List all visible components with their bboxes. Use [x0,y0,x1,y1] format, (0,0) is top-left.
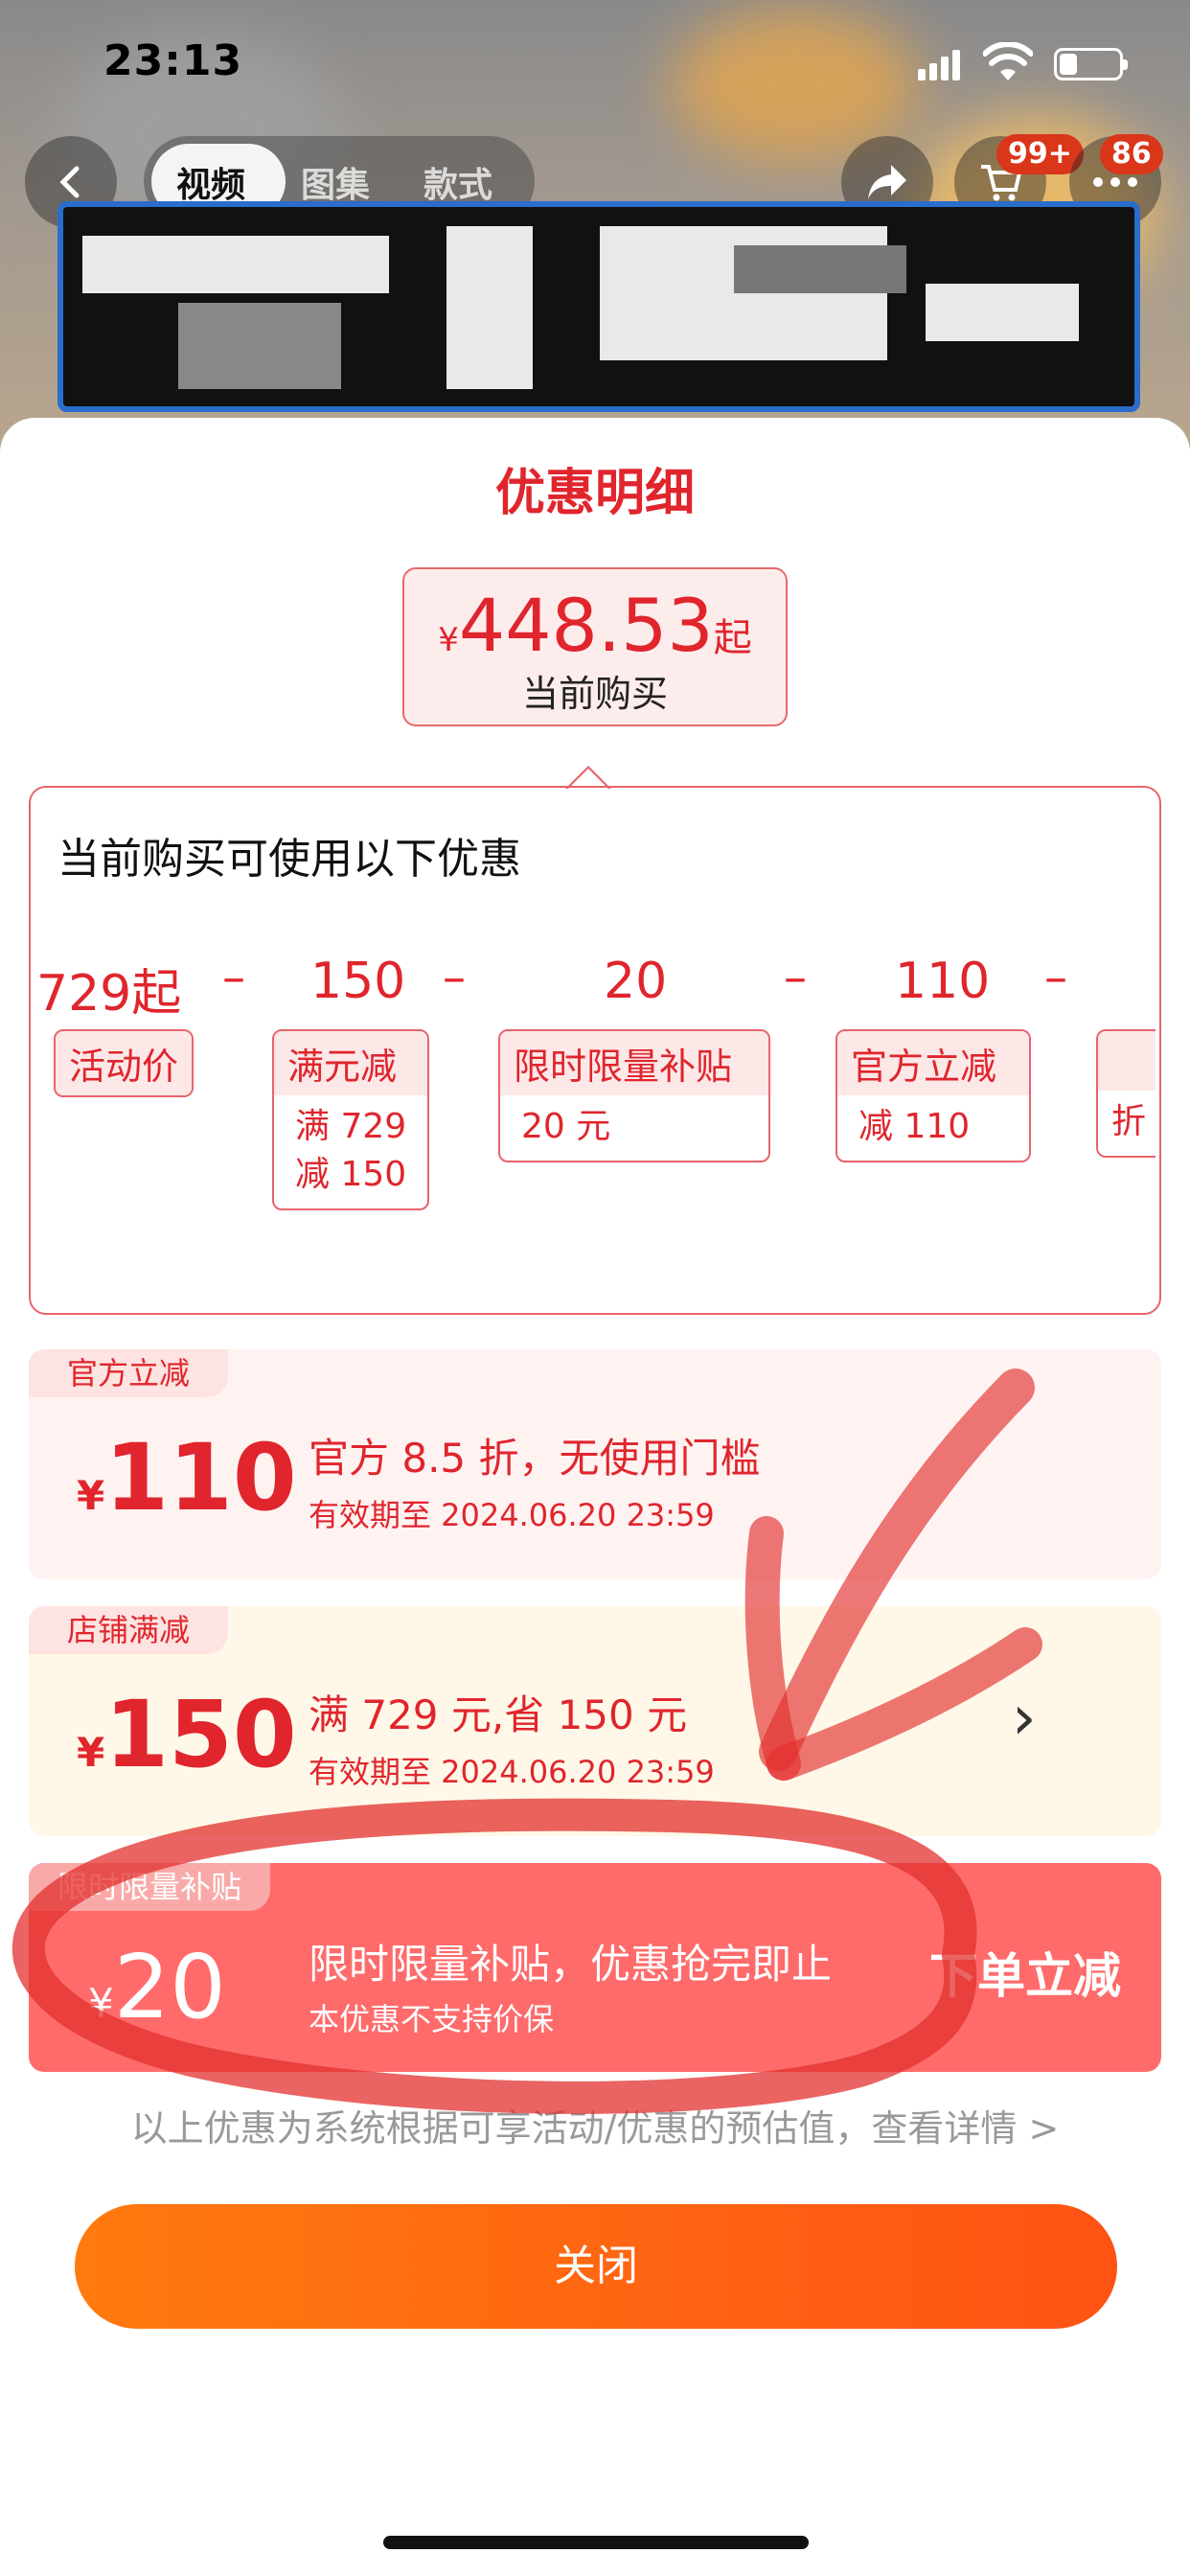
discount-breakdown-panel: 当前购买可使用以下优惠 729起 – 150 – 20 – 110 – 活动价 … [29,786,1161,1315]
discount-detail-sheet: 优惠明细 ¥448.53起 当前购买 当前购买可使用以下优惠 729起 – 15… [0,418,1190,2576]
coupon-value: 20 [113,1936,226,2038]
home-indicator [383,2536,809,2549]
minus-sign: – [222,951,245,1004]
status-bar: 23:13 [0,0,1190,125]
coupon-amount: ¥110 [77,1424,297,1531]
wifi-icon [983,42,1033,80]
more-dots-icon [1093,177,1137,187]
chip-title: 官方立减 [837,1031,1029,1095]
tab-styles[interactable]: 款式 [423,157,492,207]
chip-line: 满 729 [295,1107,407,1146]
close-button[interactable]: 关闭 [75,2204,1117,2329]
coupon-value: 110 [104,1424,297,1531]
breakdown-chip-limited-subsidy: 限时限量补贴 20 元 [498,1029,770,1162]
coupon-title: 限时限量补贴，优惠抢完即止 [309,1941,833,1988]
minus-sign: – [443,951,466,1004]
chip-title: 限时限量补贴 [500,1031,768,1095]
coupon-subtitle: 本优惠不支持价保 [309,2001,555,2037]
redacted-banner [57,201,1140,412]
coupon-amount: ¥150 [77,1681,297,1788]
chip-title: 活动价 [56,1031,193,1095]
coupon-tag: 店铺满减 [29,1606,229,1654]
price-amount: 448.53 [458,583,714,668]
coupon-title: 满 729 元,省 150 元 [309,1691,688,1738]
breakdown-chip-truncated: 折 [1096,1029,1156,1158]
price-suffix: 起 [713,616,752,660]
share-icon [868,165,906,199]
price-currency: ¥ [438,621,459,659]
breakdown-heading: 当前购买可使用以下优惠 [57,835,521,884]
breakdown-chip-official-discount: 官方立减 减 110 [835,1029,1031,1162]
breakdown-value: 20 [604,953,668,1010]
coupon-currency: ¥ [77,1729,105,1776]
coupon-tag: 限时限量补贴 [29,1863,271,1911]
order-discount-button[interactable]: 下单立减 [929,1938,1121,2007]
coupon-title: 官方 8.5 折，无使用门槛 [309,1435,761,1482]
coupon-amount: ¥20 [88,1936,226,2038]
coupon-currency: ¥ [88,1980,114,2027]
coupon-tag: 官方立减 [29,1349,229,1397]
chip-title [1098,1031,1156,1091]
chip-line: 减 110 [858,1107,971,1146]
cellular-signal-icon [918,50,962,80]
chip-line: 减 150 [295,1155,407,1194]
breakdown-chip-activity-price: 活动价 [54,1029,195,1097]
breakdown-chip-full-reduction: 满元减 满 729 减 150 [272,1029,430,1210]
minus-sign: – [784,951,807,1004]
estimate-note-link[interactable]: 以上优惠为系统根据可享活动/优惠的预估值，查看详情 > [0,2099,1190,2151]
message-count-badge: 86 [1100,134,1163,174]
coupon-subtitle: 有效期至 2024.06.20 23:59 [309,1497,715,1533]
tab-video[interactable]: 视频 [176,157,245,207]
coupon-limited-subsidy[interactable]: 限时限量补贴 ¥20 限时限量补贴，优惠抢完即止 本优惠不支持价保 下单立减 [29,1863,1161,2072]
current-price-box: ¥448.53起 当前购买 [402,567,788,726]
chip-line: 折 [1111,1102,1147,1141]
minus-sign: – [1044,951,1067,1004]
coupon-official-discount[interactable]: 官方立减 ¥110 官方 8.5 折，无使用门槛 有效期至 2024.06.20… [29,1349,1161,1579]
breakdown-value: 150 [310,953,406,1010]
tab-gallery[interactable]: 图集 [301,157,370,207]
battery-icon [1054,48,1128,80]
sheet-title: 优惠明细 [494,465,695,522]
breakdown-value: 729起 [36,965,182,1023]
coupon-currency: ¥ [77,1472,105,1519]
chip-title: 满元减 [274,1031,428,1095]
coupon-value: 150 [104,1681,297,1788]
breakdown-value: 110 [895,953,991,1010]
coupon-store-full-reduction[interactable]: 店铺满减 ¥150 满 729 元,省 150 元 有效期至 2024.06.2… [29,1606,1161,1836]
chip-line: 20 元 [521,1107,611,1146]
chevron-left-icon [59,166,80,198]
status-time: 23:13 [103,36,243,85]
coupon-subtitle: 有效期至 2024.06.20 23:59 [309,1754,715,1790]
price-label: 当前购买 [521,673,668,715]
chevron-right-icon[interactable]: › [1012,1683,1037,1754]
